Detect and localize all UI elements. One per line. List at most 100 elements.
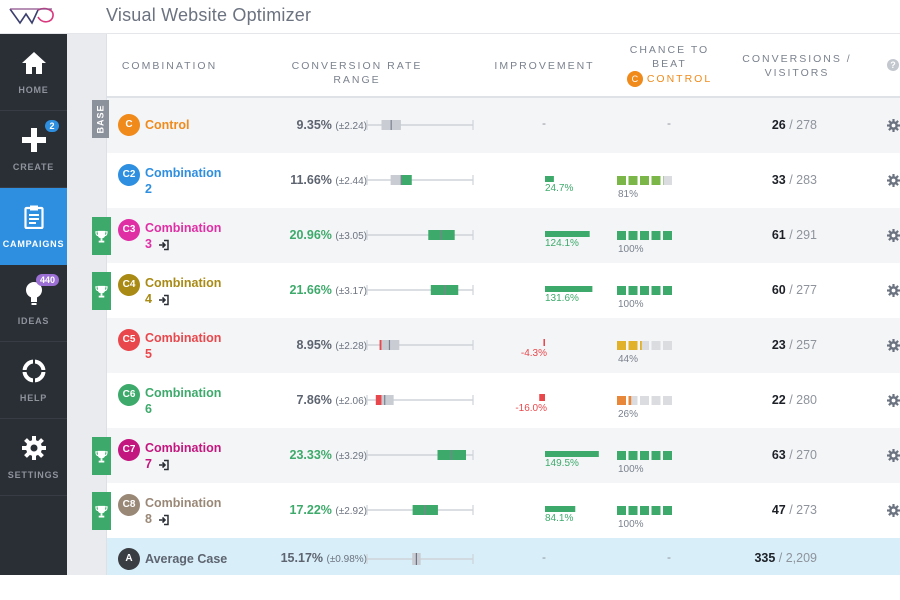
header-conversions-line2: VISITORS	[764, 67, 830, 79]
sidebar-item-ideas[interactable]: 440 IDEAS	[0, 265, 67, 342]
combination-name[interactable]: Combination 2	[145, 165, 221, 197]
sidebar-item-settings[interactable]: SETTINGS	[0, 419, 67, 496]
trophy-icon	[95, 450, 108, 463]
row-settings-gear-icon[interactable]	[887, 229, 900, 242]
row-settings-gear-icon[interactable]	[887, 339, 900, 352]
base-tag-label: BASE	[95, 104, 106, 134]
header-rate-range[interactable]: CONVERSION RATE RANGE	[267, 59, 447, 87]
table-row[interactable]: C2 Combination 2 11.66% (±2.44) 24.7% 81% 33 /…	[107, 153, 900, 208]
combination-name[interactable]: Combination 7	[145, 440, 221, 472]
winner-tag	[92, 437, 111, 475]
lifebuoy-icon	[20, 357, 48, 385]
row-settings-gear-icon[interactable]	[887, 504, 900, 517]
conversion-range-boxplot	[366, 553, 474, 565]
chance-block-fill	[651, 451, 661, 460]
chance-block-fill	[640, 231, 649, 240]
improvement-bar	[539, 394, 545, 401]
table-row[interactable]: C5 Combination 5 8.95% (±2.28) -4.3% 44% 23 / …	[107, 318, 900, 373]
sidebar-item-label: HOME	[18, 85, 49, 95]
chance-to-beat: 100%	[617, 231, 687, 261]
conversions-count: 47	[771, 503, 786, 517]
control-badge: C	[626, 71, 643, 87]
help-icon[interactable]: ?	[887, 59, 899, 71]
combination-name[interactable]: Combination 8	[145, 495, 221, 527]
preview-link-icon[interactable]	[158, 239, 170, 251]
chance-block	[651, 396, 661, 405]
combination-name[interactable]: Combination 4	[145, 275, 221, 307]
chance-block-fill	[651, 286, 661, 295]
range-box-overlap	[390, 175, 401, 185]
combination-name[interactable]: Control	[145, 117, 189, 133]
chance-blocks	[617, 341, 672, 350]
header-chance-control: CONTROL	[646, 72, 713, 85]
improvement-bar-fill	[545, 506, 576, 512]
table-row-average: A Average Case 15.17% (±0.98%) - - 335 / 2,20…	[107, 538, 900, 580]
table-row[interactable]: C8 Combination 8 17.22% (±2.92) 84.1% 100% 47 …	[107, 483, 900, 538]
row-settings-gear-icon[interactable]	[887, 119, 900, 132]
conversions-visitors: 22 / 280	[727, 393, 817, 407]
conversions-count: 23	[771, 338, 786, 352]
improvement: 124.1%	[539, 229, 619, 259]
conversion-range-boxplot	[366, 395, 474, 405]
chance-to-beat: 81%	[617, 176, 687, 206]
improvement-bar-fill	[545, 231, 590, 237]
vwo-logo[interactable]	[8, 6, 56, 26]
row-settings-gear-icon[interactable]	[887, 174, 900, 187]
header-chance[interactable]: CHANCE TO BEAT C CONTROL	[622, 43, 717, 87]
chance-block-fill	[640, 341, 642, 350]
combination-number: 3	[145, 237, 152, 251]
chance-block-fill	[617, 396, 626, 405]
chance-to-beat: 44%	[617, 341, 687, 371]
conversion-range	[366, 118, 474, 132]
preview-link-icon[interactable]	[158, 459, 170, 471]
header-improvement[interactable]: IMPROVEMENT	[492, 59, 597, 73]
visitors-count: / 270	[785, 448, 817, 462]
range-box-overlap	[381, 395, 394, 405]
conversion-range-boxplot	[366, 505, 474, 515]
chance-block-fill	[617, 286, 626, 295]
conversions-count: 63	[771, 448, 786, 462]
trophy-icon	[95, 285, 108, 298]
chance-blocks	[617, 231, 672, 240]
table-row[interactable]: C3 Combination 3 20.96% (±3.05) 124.1% 100% 61…	[107, 208, 900, 263]
conversions-visitors: 60 / 277	[727, 283, 817, 297]
conversion-range	[366, 393, 474, 407]
row-settings-gear-icon[interactable]	[887, 284, 900, 297]
conversion-rate-value: 23.33%	[289, 448, 336, 462]
sidebar-item-home[interactable]: HOME	[0, 34, 67, 111]
preview-link-icon[interactable]	[158, 294, 170, 306]
chance-value: 26%	[618, 409, 639, 420]
table-row[interactable]: C4 Combination 4 21.66% (±3.17) 131.6% 100% 60…	[107, 263, 900, 318]
header-conversions[interactable]: CONVERSIONS / VISITORS	[737, 52, 857, 80]
sidebar-item-label: HELP	[19, 393, 48, 403]
table-row[interactable]: C Control 9.35% (±2.24) - - 26 / 278	[107, 98, 900, 153]
row-settings-gear-icon[interactable]	[887, 449, 900, 462]
combination-name-line1: Combination	[145, 221, 222, 235]
combination-number: 5	[145, 347, 152, 361]
row-settings-gear-icon[interactable]	[887, 394, 900, 407]
combination-number: 4	[145, 292, 152, 306]
average-conversions-visitors: 335 / 2,209	[727, 551, 817, 565]
combination-badge: C7	[118, 439, 140, 461]
conversion-range	[366, 448, 474, 462]
sidebar-item-help[interactable]: HELP	[0, 342, 67, 419]
combination-badge: C2	[118, 164, 140, 186]
combination-name[interactable]: Combination 5	[145, 330, 221, 362]
improvement: -4.3%	[521, 339, 619, 369]
combination-name[interactable]: Combination 6	[145, 385, 221, 417]
combination-name-line2: 5	[145, 346, 221, 362]
header-combination[interactable]: COMBINATION	[117, 59, 222, 73]
sidebar-item-campaigns[interactable]: CAMPAIGNS	[0, 188, 67, 265]
combination-name[interactable]: Combination 3	[145, 220, 221, 252]
table-row[interactable]: C6 Combination 6 7.86% (±2.06) -16.0% 26% 22 /…	[107, 373, 900, 428]
preview-link-icon[interactable]	[158, 514, 170, 526]
conversion-rate: 20.96% (±3.05)	[247, 228, 368, 242]
header-conversions-line1: CONVERSIONS /	[742, 53, 852, 65]
sidebar-item-create[interactable]: 2 CREATE	[0, 111, 67, 188]
results-table: COMBINATION CONVERSION RATE RANGE IMPROV…	[106, 34, 900, 583]
conversion-range	[366, 173, 474, 187]
improvement-value: 84.1%	[545, 513, 574, 524]
conversion-rate: 7.86% (±2.06)	[247, 393, 367, 407]
table-row[interactable]: C7 Combination 7 23.33% (±3.29) 149.5% 100% 63…	[107, 428, 900, 483]
improvement-empty: -	[542, 550, 546, 564]
